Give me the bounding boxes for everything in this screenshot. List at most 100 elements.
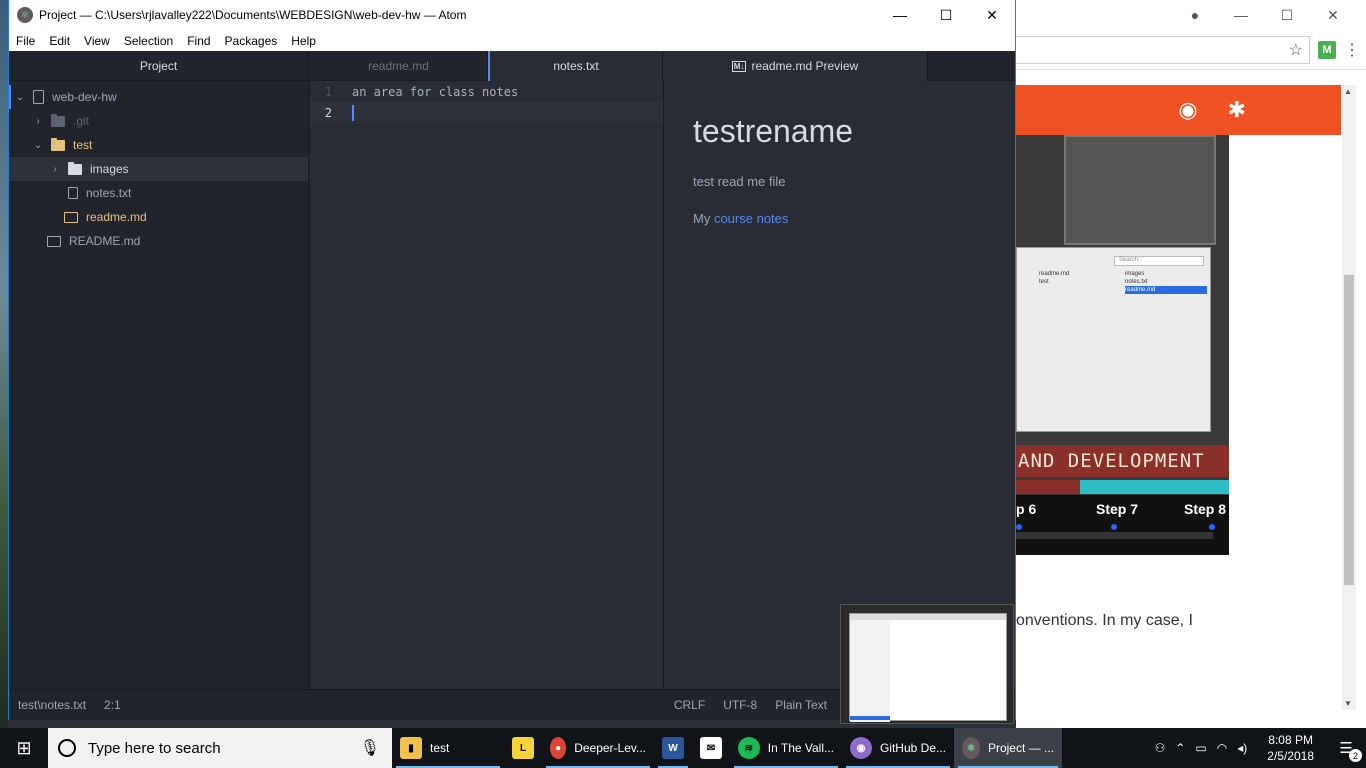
- taskbar-thumbnail[interactable]: [840, 604, 1014, 724]
- menu-selection[interactable]: Selection: [117, 34, 180, 48]
- bookmark-star-icon[interactable]: ☆: [1289, 40, 1303, 60]
- markdown-preview: testrename test read me file My course n…: [663, 81, 1015, 689]
- folder-icon: [51, 137, 65, 151]
- profile-icon[interactable]: ●: [1172, 0, 1218, 30]
- taskbar-item-mail[interactable]: ✉: [692, 728, 730, 768]
- preview-paragraph: test read me file: [693, 174, 786, 189]
- taskbar-item-word[interactable]: W: [654, 728, 692, 768]
- menu-edit[interactable]: Edit: [42, 34, 77, 48]
- tree-item-label: .git: [73, 114, 90, 128]
- tree-item-label: readme.md: [86, 210, 147, 224]
- notification-count: 2: [1349, 749, 1362, 762]
- minimize-icon[interactable]: —: [877, 0, 923, 30]
- cursor-position[interactable]: 2:1: [104, 698, 121, 712]
- finder-window: Search readme.md test images notes.txt r…: [1016, 247, 1211, 432]
- menu-view[interactable]: View: [77, 34, 117, 48]
- taskbar-item-chrome[interactable]: ● Deeper-Lev...: [542, 728, 654, 768]
- menu-find[interactable]: Find: [180, 34, 217, 48]
- scrollbar-thumb[interactable]: [1344, 275, 1354, 585]
- tree-item-label: README.md: [69, 234, 141, 248]
- extension-icon[interactable]: M: [1318, 40, 1336, 59]
- finder-search: Search: [1114, 256, 1204, 266]
- tree-item-readme-test[interactable]: readme.md: [9, 205, 308, 229]
- minimize-icon[interactable]: —: [1218, 0, 1264, 30]
- windows-start-icon[interactable]: ⊞: [0, 728, 48, 768]
- tab-readme[interactable]: readme.md: [310, 51, 488, 81]
- taskbar-item-live[interactable]: L: [504, 728, 542, 768]
- taskbar-item-label: Project — ...: [987, 741, 1054, 755]
- chevron-right-icon[interactable]: ›: [50, 164, 60, 175]
- wifi-icon[interactable]: ◠: [1217, 741, 1227, 755]
- tab-notes[interactable]: notes.txt: [488, 51, 663, 81]
- tab-readme-preview[interactable]: M↓ readme.md Preview: [663, 51, 928, 81]
- line-number: 2: [324, 105, 332, 120]
- grammar[interactable]: Plain Text: [775, 698, 827, 712]
- chevron-right-icon[interactable]: ›: [33, 116, 43, 127]
- microphone-icon[interactable]: 🎙: [360, 738, 380, 758]
- file-path[interactable]: test\notes.txt: [18, 698, 86, 712]
- text-editor[interactable]: 1 an area for class notes 2: [310, 81, 663, 689]
- scroll-up-icon[interactable]: ▲: [1344, 87, 1352, 96]
- tree-item-notes[interactable]: notes.txt: [9, 181, 308, 205]
- scroll-down-icon[interactable]: ▼: [1344, 699, 1352, 708]
- menu-file[interactable]: File: [9, 34, 42, 48]
- finder-item: readme.md: [1039, 271, 1070, 277]
- chevron-down-icon[interactable]: ⌄: [33, 140, 43, 151]
- tree-item-root[interactable]: ⌄ web-dev-hw: [9, 85, 308, 109]
- taskbar-item-label: Deeper-Lev...: [574, 741, 646, 755]
- clock-time: 8:08 PM: [1268, 733, 1313, 747]
- close-icon[interactable]: ✕: [969, 0, 1015, 30]
- tree-item-git[interactable]: › .git: [9, 109, 308, 133]
- step-dot: [1209, 524, 1215, 530]
- clock-date: 2/5/2018: [1267, 749, 1314, 763]
- tree-view-tab[interactable]: Project: [9, 51, 308, 81]
- maximize-icon[interactable]: ☐: [1264, 0, 1310, 30]
- taskbar-item-label: In The Vall...: [767, 741, 834, 755]
- taskbar-search[interactable]: Type here to search 🎙: [48, 728, 392, 768]
- finder-item: test: [1039, 279, 1049, 285]
- editor-line-current[interactable]: 2: [310, 102, 663, 123]
- taskbar-item-atom[interactable]: ⚛ Project — ...: [954, 728, 1062, 768]
- preview-heading: testrename: [693, 113, 854, 149]
- close-icon[interactable]: ✕: [1310, 0, 1356, 30]
- atom-logo-icon: ⚛: [17, 7, 33, 23]
- menu-packages[interactable]: Packages: [218, 34, 285, 48]
- editor-line[interactable]: 1 an area for class notes: [310, 81, 663, 102]
- course-notes-link[interactable]: course notes: [714, 211, 788, 226]
- encoding[interactable]: UTF-8: [723, 698, 757, 712]
- finder-item: images: [1125, 271, 1145, 277]
- taskbar-item-spotify[interactable]: ≋ In The Vall...: [730, 728, 842, 768]
- battery-icon[interactable]: ▭: [1195, 741, 1206, 755]
- repo-icon: [33, 90, 44, 104]
- chrome-scrollbar[interactable]: ▲ ▼: [1342, 85, 1356, 710]
- tree-item-label: web-dev-hw: [52, 90, 117, 104]
- menu-bar: File Edit View Selection Find Packages H…: [9, 30, 1015, 51]
- word-icon: W: [662, 737, 684, 759]
- settings-gear-icon[interactable]: ✱: [1228, 97, 1246, 123]
- chevron-up-icon[interactable]: ⌃: [1175, 741, 1185, 755]
- menu-help[interactable]: Help: [284, 34, 323, 48]
- maximize-icon[interactable]: ☐: [923, 0, 969, 30]
- tree-item-test[interactable]: ⌄ test: [9, 133, 308, 157]
- chrome-toolbar: ☆ M ⋮: [1016, 30, 1366, 70]
- tree-item-label: test: [73, 138, 93, 152]
- chrome-menu-icon[interactable]: ⋮: [1344, 40, 1360, 60]
- article-text: onventions. In my case, I: [1016, 612, 1193, 629]
- line-text[interactable]: an area for class notes: [338, 85, 518, 99]
- tree-item-images[interactable]: › images: [9, 157, 308, 181]
- notification-center-icon[interactable]: ☰ 2: [1334, 736, 1362, 762]
- mail-icon: ✉: [700, 737, 722, 759]
- banner-text: AND DEVELOPMENT: [1016, 445, 1229, 477]
- tab-bar: readme.md notes.txt M↓ readme.md Preview: [310, 51, 1015, 81]
- clock[interactable]: 8:08 PM 2/5/2018: [1257, 732, 1324, 764]
- taskbar-item-github-desktop[interactable]: ◉ GitHub De...: [842, 728, 954, 768]
- volume-icon[interactable]: ◂): [1237, 741, 1247, 755]
- address-bar[interactable]: ☆: [1016, 35, 1310, 64]
- tree-item-readme-root[interactable]: README.md: [9, 229, 308, 253]
- line-ending[interactable]: CRLF: [674, 698, 705, 712]
- taskbar-item-explorer[interactable]: ▮ test: [392, 728, 504, 768]
- taskbar-item-label: test: [430, 741, 450, 755]
- github-icon[interactable]: ◉: [1178, 97, 1197, 123]
- chevron-down-icon[interactable]: ⌄: [15, 92, 25, 103]
- people-icon[interactable]: ⚇: [1155, 741, 1166, 755]
